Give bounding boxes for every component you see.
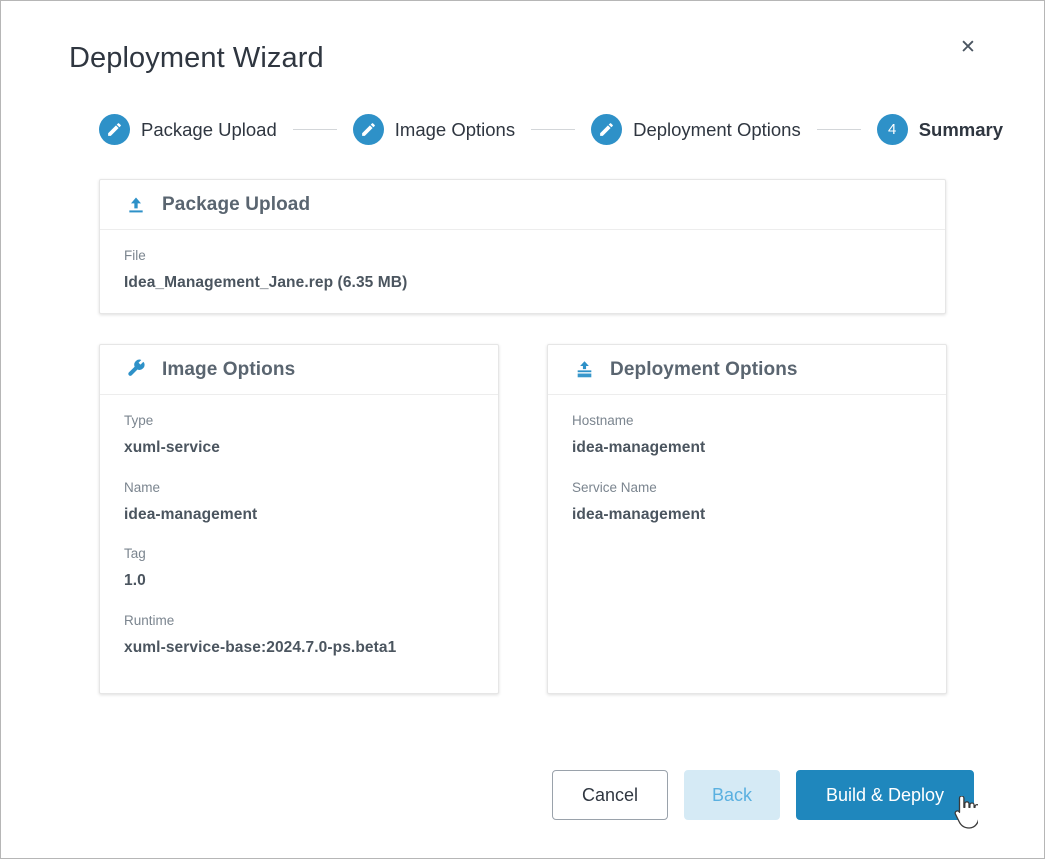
- stepper-connector: [531, 129, 575, 130]
- stepper-label: Summary: [919, 119, 1003, 141]
- stepper-step-deployment-options[interactable]: Deployment Options: [591, 114, 801, 145]
- dialog-footer: Cancel Back Build & Deploy: [1, 770, 1044, 820]
- pencil-icon: [591, 114, 622, 145]
- cancel-button[interactable]: Cancel: [552, 770, 668, 820]
- card-image-options: Image Options Type xuml-service Name ide…: [99, 344, 499, 694]
- field-runtime: Runtime xuml-service-base:2024.7.0-ps.be…: [124, 613, 474, 658]
- field-label: Hostname: [572, 413, 922, 429]
- card-package-upload: Package Upload File Idea_Management_Jane…: [99, 179, 946, 314]
- card-body: Hostname idea-management Service Name id…: [548, 395, 946, 544]
- stepper-connector: [293, 129, 337, 130]
- deployment-wizard-dialog: ✕ Deployment Wizard Package Upload Image…: [0, 0, 1045, 859]
- upload-icon: [124, 193, 148, 217]
- field-value: 1.0: [124, 571, 474, 590]
- field-label: Runtime: [124, 613, 474, 629]
- field-hostname: Hostname idea-management: [572, 413, 922, 458]
- page-title: Deployment Wizard: [69, 42, 324, 75]
- field-value: xuml-service-base:2024.7.0-ps.beta1: [124, 638, 474, 657]
- field-file: File Idea_Management_Jane.rep (6.35 MB): [124, 248, 921, 293]
- field-value: xuml-service: [124, 438, 474, 457]
- wrench-icon: [124, 358, 148, 382]
- field-label: File: [124, 248, 921, 264]
- stepper-label: Package Upload: [141, 119, 277, 141]
- card-title: Package Upload: [162, 194, 310, 216]
- field-label: Type: [124, 413, 474, 429]
- stepper-step-number: 4: [888, 122, 896, 137]
- field-type: Type xuml-service: [124, 413, 474, 458]
- stepper-step-image-options[interactable]: Image Options: [353, 114, 515, 145]
- field-value: Idea_Management_Jane.rep (6.35 MB): [124, 273, 921, 292]
- stepper-step-package-upload[interactable]: Package Upload: [99, 114, 277, 145]
- card-header: Image Options: [100, 345, 498, 395]
- deploy-upload-icon: [572, 358, 596, 382]
- card-header: Package Upload: [100, 180, 945, 230]
- wizard-stepper: Package Upload Image Options Deployment …: [99, 114, 1003, 145]
- field-value: idea-management: [124, 505, 474, 524]
- back-button[interactable]: Back: [684, 770, 780, 820]
- field-value: idea-management: [572, 505, 922, 524]
- field-label: Service Name: [572, 480, 922, 496]
- card-header: Deployment Options: [548, 345, 946, 395]
- pencil-icon: [353, 114, 384, 145]
- build-and-deploy-button[interactable]: Build & Deploy: [796, 770, 974, 820]
- stepper-step-summary[interactable]: 4 Summary: [877, 114, 1003, 145]
- card-deployment-options: Deployment Options Hostname idea-managem…: [547, 344, 947, 694]
- stepper-label: Deployment Options: [633, 119, 801, 141]
- number-icon: 4: [877, 114, 908, 145]
- close-icon[interactable]: ✕: [955, 34, 981, 60]
- card-title: Deployment Options: [610, 359, 798, 381]
- stepper-label: Image Options: [395, 119, 515, 141]
- field-service-name: Service Name idea-management: [572, 480, 922, 525]
- field-value: idea-management: [572, 438, 922, 457]
- field-name: Name idea-management: [124, 480, 474, 525]
- field-label: Tag: [124, 546, 474, 562]
- field-label: Name: [124, 480, 474, 496]
- card-title: Image Options: [162, 359, 295, 381]
- stepper-connector: [817, 129, 861, 130]
- card-body: File Idea_Management_Jane.rep (6.35 MB): [100, 230, 945, 313]
- field-tag: Tag 1.0: [124, 546, 474, 591]
- card-body: Type xuml-service Name idea-management T…: [100, 395, 498, 677]
- pencil-icon: [99, 114, 130, 145]
